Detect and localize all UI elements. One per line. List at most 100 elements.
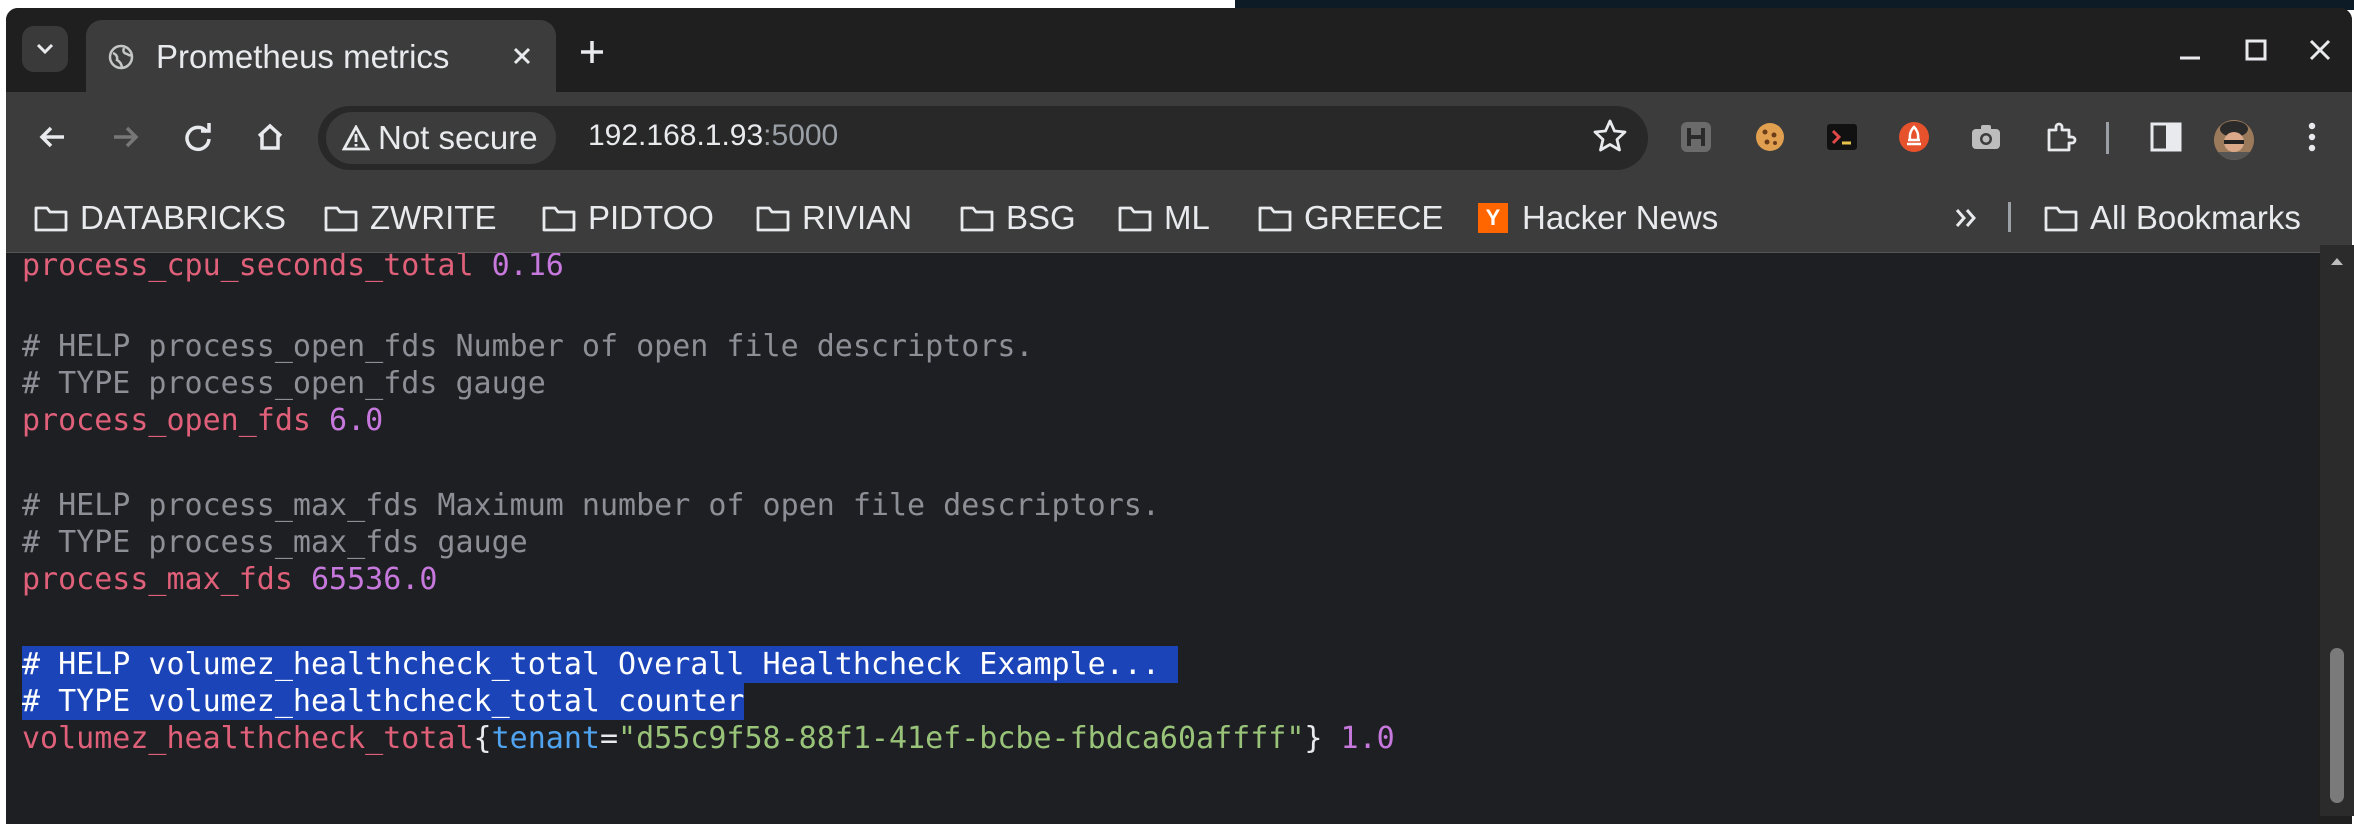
bookmark-label: PIDTOO	[588, 199, 714, 236]
toolbar-divider	[2106, 122, 2109, 154]
all-bookmarks-button[interactable]: All Bookmarks	[2044, 196, 2301, 240]
folder-icon	[1258, 206, 1292, 232]
bookmark-hacker-news[interactable]: Y Hacker News	[1478, 196, 1718, 240]
help-comment: # HELP process_open_fds Number of open f…	[22, 329, 1034, 364]
hacker-news-icon: Y	[1478, 203, 1508, 233]
extension-h-icon[interactable]	[1672, 113, 1720, 161]
tab-strip: Prometheus metrics	[6, 8, 2352, 92]
close-window-button[interactable]	[2296, 30, 2344, 70]
minimize-button[interactable]	[2166, 30, 2214, 70]
bookmark-folder-rivian[interactable]: RIVIAN	[756, 196, 912, 240]
metric-value: 6.0	[329, 403, 384, 438]
browser-window: Prometheus metrics Not secure 192.168.1.…	[6, 8, 2352, 824]
bookmark-label: ZWRITE	[370, 199, 497, 236]
all-bookmarks-label: All Bookmarks	[2090, 199, 2301, 236]
folder-icon	[324, 206, 358, 232]
metric-value: 1.0	[1340, 721, 1395, 756]
reload-button[interactable]	[174, 113, 222, 161]
bookmark-label: BSG	[1006, 199, 1076, 236]
address-bar[interactable]: Not secure 192.168.1.93:5000	[318, 106, 1648, 170]
type-comment: # TYPE process_open_fds gauge	[22, 366, 546, 401]
folder-icon	[960, 206, 994, 232]
home-button[interactable]	[246, 113, 294, 161]
home-icon	[257, 123, 283, 150]
camera-icon[interactable]	[1962, 113, 2010, 161]
metric-name: process_max_fds	[22, 562, 293, 597]
reload-icon	[185, 123, 211, 152]
label-equals: =	[599, 721, 619, 756]
bookmarks-bar: DATABRICKS ZWRITE PIDTOO RIVIAN BSG ML G…	[6, 182, 2352, 253]
close-tab-icon[interactable]	[504, 38, 540, 74]
more-bookmarks-button[interactable]	[1954, 196, 1992, 240]
label-value: "d55c9f58-88f1-41ef-bcbe-fbdca60affff"	[618, 721, 1305, 756]
bookmark-folder-bsg[interactable]: BSG	[960, 196, 1076, 240]
security-label: Not secure	[378, 119, 538, 156]
metric-name: volumez_healthcheck_total	[22, 721, 474, 756]
scrollbar-thumb[interactable]	[2330, 648, 2344, 803]
metric-line: process_max_fds 65536.0	[22, 561, 437, 598]
metric-name: process_cpu_seconds_total	[22, 253, 474, 283]
label-key: tenant	[491, 721, 600, 756]
plus-icon	[581, 41, 603, 63]
bookmark-folder-zwrite[interactable]: ZWRITE	[324, 196, 496, 240]
folder-icon	[34, 206, 68, 232]
label-brace-close: }	[1304, 721, 1323, 756]
selected-type-comment[interactable]: # TYPE volumez_healthcheck_total counter	[22, 683, 745, 720]
extensions-puzzle-icon[interactable]	[2036, 113, 2084, 161]
kebab-menu-icon[interactable]	[2288, 113, 2336, 161]
prometheus-icon[interactable]	[1890, 113, 1938, 161]
security-chip[interactable]: Not secure	[326, 112, 556, 164]
cookie-icon[interactable]	[1746, 113, 1794, 161]
url-text[interactable]: 192.168.1.93:5000	[588, 119, 838, 153]
metric-value: 0.16	[491, 253, 564, 283]
profile-avatar[interactable]	[2214, 120, 2254, 160]
metric-name: process_open_fds	[22, 403, 311, 438]
bookmark-folder-databricks[interactable]: DATABRICKS	[34, 196, 286, 240]
folder-icon	[756, 206, 790, 232]
arrow-left-icon	[39, 126, 64, 148]
close-icon	[2309, 39, 2331, 61]
bookmark-label: GREECE	[1304, 199, 1444, 236]
url-port: :5000	[763, 119, 839, 152]
toolbar: Not secure 192.168.1.93:5000	[6, 92, 2352, 182]
back-button[interactable]	[28, 113, 76, 161]
type-comment: # TYPE process_max_fds gauge	[22, 525, 528, 560]
vertical-scrollbar[interactable]	[2320, 245, 2354, 816]
maximize-button[interactable]	[2232, 30, 2280, 70]
bookmark-folder-greece[interactable]: GREECE	[1258, 196, 1443, 240]
tab-active[interactable]: Prometheus metrics	[86, 20, 556, 92]
selected-help-comment[interactable]: # HELP volumez_healthcheck_total Overall…	[22, 646, 1178, 683]
bookmark-label: Hacker News	[1522, 199, 1719, 236]
bookmarks-divider	[2008, 202, 2011, 232]
metric-line: volumez_healthcheck_total{tenant="d55c9f…	[22, 720, 1395, 757]
label-brace-open: {	[473, 721, 492, 756]
folder-icon	[1118, 206, 1152, 232]
url-host: 192.168.1.93	[588, 119, 764, 152]
forward-button[interactable]	[102, 113, 150, 161]
maximize-icon	[2245, 39, 2267, 61]
metric-line: process_open_fds 6.0	[22, 402, 383, 439]
bookmark-label: DATABRICKS	[80, 199, 286, 236]
new-tab-button[interactable]	[572, 32, 612, 72]
arrow-right-icon	[114, 126, 139, 148]
globe-icon	[108, 44, 134, 75]
folder-icon	[2044, 206, 2078, 232]
side-panel-icon[interactable]	[2142, 113, 2190, 161]
double-chevron-right-icon	[1955, 209, 1976, 227]
warning-icon	[342, 125, 370, 151]
help-comment: # HELP process_max_fds Maximum number of…	[22, 488, 1160, 523]
bookmark-label: ML	[1164, 199, 1210, 236]
tab-title: Prometheus metrics	[156, 38, 450, 75]
scroll-up-arrow-icon[interactable]	[2330, 253, 2344, 271]
bookmark-star-icon[interactable]	[1592, 118, 1628, 159]
page-content: process_cpu_seconds_total 0.16 # HELP pr…	[6, 253, 2318, 824]
terminal-icon[interactable]	[1818, 113, 1866, 161]
folder-icon	[542, 206, 576, 232]
chevron-down-icon	[36, 43, 54, 55]
metric-line: process_cpu_seconds_total 0.16	[22, 253, 564, 284]
tab-search-button[interactable]	[22, 26, 68, 72]
bookmark-folder-ml[interactable]: ML	[1118, 196, 1210, 240]
bookmark-folder-pidtoo[interactable]: PIDTOO	[542, 196, 714, 240]
metric-value: 65536.0	[311, 562, 438, 597]
minimize-icon	[2180, 56, 2200, 60]
